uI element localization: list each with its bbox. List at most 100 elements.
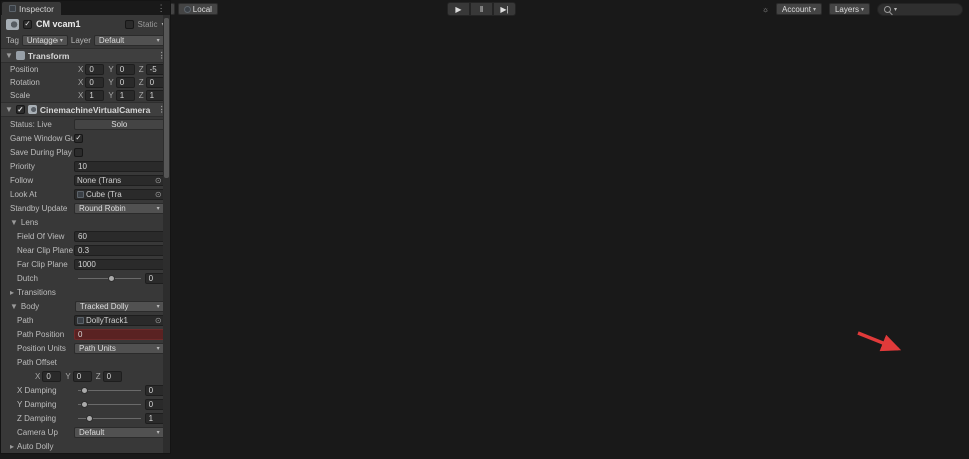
tag-dropdown[interactable]: Untagged ▾ (22, 35, 68, 46)
position-row: Position X0 Y0 Z-5 (1, 63, 170, 76)
z-damping-field[interactable]: 1 (145, 413, 165, 424)
y-damping-slider[interactable] (78, 404, 141, 405)
fov-field[interactable]: 60 (74, 231, 165, 242)
chevron-down-icon: ▾ (157, 303, 160, 310)
transform-component-header[interactable]: ▼ Transform ⋮ (1, 48, 170, 63)
x-damping-field[interactable]: 0 (145, 385, 165, 396)
axis-y-label: Y (65, 372, 70, 381)
static-checkbox[interactable] (125, 20, 134, 29)
x-damping-knob[interactable] (81, 387, 88, 394)
toolbar-search[interactable]: ▾ (877, 3, 963, 16)
far-clip-field[interactable]: 1000 (74, 259, 165, 270)
offset-y-field[interactable]: 0 (73, 371, 92, 382)
play-button[interactable]: ▶ (447, 2, 470, 16)
object-picker-icon[interactable]: ⊙ (155, 176, 162, 185)
standby-dropdown[interactable]: Round Robin ▾ (74, 203, 165, 214)
x-damping-row: X Damping 0 (1, 383, 170, 397)
game-window-guides-row: Game Window Guide ✓ (1, 131, 170, 145)
dutch-slider-knob[interactable] (108, 275, 115, 282)
layer-dropdown[interactable]: Default ▾ (94, 35, 165, 46)
layers-dropdown[interactable]: Layers ▾ (829, 3, 870, 15)
lookat-object-field[interactable]: Cube (Tra ⊙ (74, 189, 165, 200)
auto-dolly-foldout[interactable]: ▸ Auto Dolly (1, 439, 170, 453)
guides-checkbox[interactable]: ✓ (74, 134, 83, 143)
local-toggle[interactable]: Local (178, 3, 218, 15)
z-damping-knob[interactable] (86, 415, 93, 422)
body-mode-dropdown[interactable]: Tracked Dolly ▾ (75, 301, 165, 312)
save-checkbox[interactable] (74, 148, 83, 157)
auto-dolly-label: Auto Dolly (17, 442, 53, 451)
z-damping-slider[interactable] (78, 418, 141, 419)
static-label: Static (138, 20, 158, 29)
pause-button[interactable]: ‖ (470, 2, 493, 16)
transitions-foldout[interactable]: ▸ Transitions (1, 285, 170, 299)
y-damping-label: Y Damping (17, 400, 74, 409)
standby-label: Standby Update (10, 204, 74, 213)
axis-x-label: X (35, 372, 40, 381)
rotation-x-field[interactable]: 0 (85, 77, 104, 88)
y-damping-field[interactable]: 0 (145, 399, 165, 410)
dutch-slider[interactable] (78, 278, 141, 279)
offset-z-field[interactable]: 0 (103, 371, 122, 382)
x-damping-slider[interactable] (78, 390, 141, 391)
chevron-down-icon: ▾ (157, 205, 160, 212)
path-position-field[interactable]: 0 (74, 329, 165, 340)
y-damping-knob[interactable] (81, 401, 88, 408)
position-x-field[interactable]: 0 (85, 64, 104, 75)
pause-icon: ‖ (480, 5, 483, 14)
brightness-icon[interactable]: ☼ (762, 5, 769, 14)
axis-x-label: X (78, 78, 83, 87)
inspector-tab-label: Inspector (19, 4, 54, 14)
scrollbar-thumb[interactable] (164, 18, 169, 178)
path-label: Path (17, 316, 74, 325)
tag-value: Untagged (27, 36, 58, 45)
axis-x-label: X (78, 65, 83, 74)
vcam-enabled-checkbox[interactable]: ✓ (16, 105, 25, 114)
near-clip-label: Near Clip Plane (17, 246, 74, 255)
dutch-row: Dutch 0 (1, 271, 170, 285)
lookat-label: Look At (10, 190, 74, 199)
dolly-track-ref-icon (77, 317, 84, 324)
lookat-value: Cube (Tra (86, 190, 153, 199)
dutch-field[interactable]: 0 (145, 273, 165, 284)
solo-button[interactable]: Solo (74, 119, 165, 130)
scale-x-field[interactable]: 1 (85, 90, 104, 101)
step-button[interactable]: ▶| (493, 2, 516, 16)
fov-label: Field Of View (17, 232, 74, 241)
z-damping-row: Z Damping 1 (1, 411, 170, 425)
position-units-dropdown[interactable]: Path Units ▾ (74, 343, 165, 354)
scale-label: Scale (10, 91, 74, 100)
inspector-scrollbar[interactable] (163, 15, 170, 453)
near-clip-field[interactable]: 0.3 (74, 245, 165, 256)
fold-open-icon: ▼ (10, 302, 18, 311)
lens-foldout[interactable]: ▼ Lens (1, 215, 170, 229)
camera-up-label: Camera Up (17, 428, 74, 437)
follow-object-field[interactable]: None (Trans ⊙ (74, 175, 165, 186)
object-picker-icon[interactable]: ⊙ (155, 190, 162, 199)
path-object-field[interactable]: DollyTrack1 ⊙ (74, 315, 165, 326)
rotation-y-field[interactable]: 0 (116, 77, 135, 88)
position-y-field[interactable]: 0 (116, 64, 135, 75)
object-name[interactable]: CM vcam1 (36, 19, 121, 29)
search-icon (884, 6, 891, 13)
body-foldout[interactable]: ▼ Body Tracked Dolly ▾ (1, 299, 170, 313)
account-dropdown[interactable]: Account ▾ (776, 3, 822, 15)
chevron-down-icon: ▾ (813, 6, 816, 13)
tab-inspector[interactable]: Inspector (2, 2, 61, 15)
camera-up-value: Default (79, 428, 155, 437)
panel-menu-icon[interactable]: ⋮ (157, 3, 166, 14)
camera-up-dropdown[interactable]: Default ▾ (74, 427, 165, 438)
vcam-component-header[interactable]: ▼ ✓ CinemachineVirtualCamera ⋮ (1, 102, 170, 117)
standby-update-row: Standby Update Round Robin ▾ (1, 201, 170, 215)
active-checkbox[interactable]: ✓ (23, 20, 32, 29)
path-position-label: Path Position (17, 330, 74, 339)
scale-y-field[interactable]: 1 (116, 90, 135, 101)
annotation-arrow-path-position (855, 330, 907, 356)
priority-field[interactable]: 10 (74, 161, 165, 172)
dutch-label: Dutch (17, 274, 74, 283)
path-value: DollyTrack1 (86, 316, 153, 325)
object-picker-icon[interactable]: ⊙ (155, 316, 162, 325)
play-controls: ▶ ‖ ▶| (447, 2, 516, 16)
position-label: Position (10, 65, 74, 74)
offset-x-field[interactable]: 0 (42, 371, 61, 382)
